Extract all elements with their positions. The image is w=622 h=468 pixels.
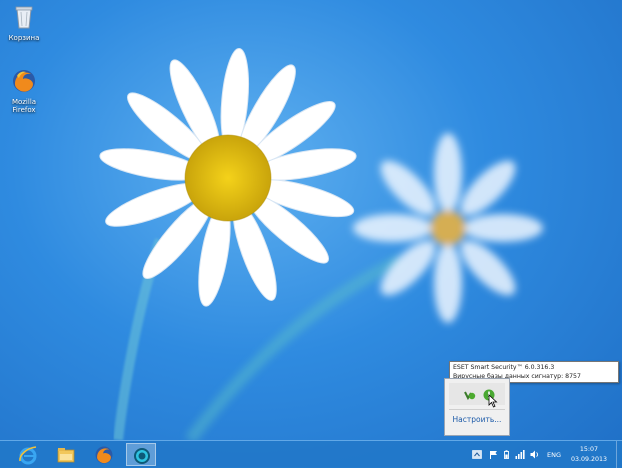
taskbar-file-explorer-button[interactable] [51,443,81,466]
clock-time: 15:07 [579,446,599,453]
firefox-icon [13,70,35,92]
eset-shield-icon[interactable] [464,389,476,401]
taskbar-eset-button[interactable] [126,443,156,466]
recycle-bin-icon [15,6,33,29]
taskbar-firefox-button[interactable] [89,443,119,466]
network-icon[interactable] [515,450,525,459]
internet-explorer-icon [19,446,37,465]
firefox-icon [95,446,113,464]
action-center-flag-icon[interactable] [489,450,498,459]
tray-overflow-flyout: Настроить... [444,378,510,436]
volume-icon[interactable] [530,450,540,459]
clock-date: 03.09.2013 [570,456,608,463]
show-desktop-button[interactable] [616,441,622,468]
customize-link[interactable]: Настроить... [445,415,509,424]
input-language-indicator[interactable]: ENG [547,451,561,459]
taskbar: ENG 15:07 03.09.2013 [0,440,622,468]
eset-smart-security-icon [134,448,150,464]
desktop-icon-label: Корзина [8,34,40,42]
desktop-icon-label: Mozilla Firefox [11,98,37,114]
flyout-divider [449,409,505,410]
file-explorer-icon [57,448,75,463]
desktop-icon-recycle-bin[interactable]: Корзина [0,4,48,42]
tooltip-title: ESET Smart Security™ 6.0.316.3 [453,364,555,371]
taskbar-clock[interactable]: 15:07 03.09.2013 [569,445,609,465]
desktop-icon-firefox[interactable]: Mozilla Firefox [0,68,48,114]
mouse-cursor-icon [488,394,498,408]
power-battery-icon[interactable] [502,450,511,459]
taskbar-internet-explorer-button[interactable] [13,443,43,466]
show-hidden-icons-button[interactable] [472,450,482,459]
